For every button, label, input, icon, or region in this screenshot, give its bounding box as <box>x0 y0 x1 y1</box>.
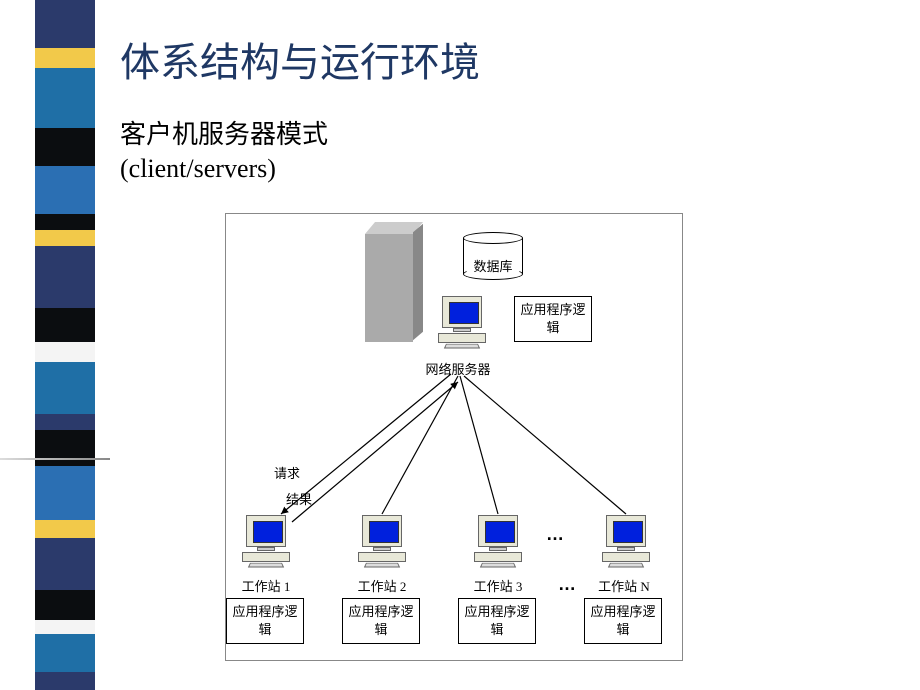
workstation-n-logic-box: 应用程序逻辑 <box>584 598 662 644</box>
workstation-3-icon <box>472 515 524 565</box>
server-computer-icon <box>436 296 488 346</box>
sidebar-color-block <box>35 0 95 48</box>
server-tower-icon <box>365 222 423 340</box>
workstation-1-label: 工作站 1 <box>226 576 306 595</box>
architecture-diagram: 数据库 应用程序逻辑 网络服务器 请求 结果 … … 工作站 1 工作站 2 工… <box>225 213 683 661</box>
ellipsis-icon: … <box>558 574 576 595</box>
sidebar-color-block <box>35 672 95 690</box>
sidebar-color-block <box>35 362 95 414</box>
server-app-logic-box: 应用程序逻辑 <box>514 296 592 342</box>
sidebar-color-block <box>35 590 95 620</box>
sidebar-color-block <box>35 538 95 590</box>
workstation-1-icon <box>240 515 292 565</box>
sidebar-color-block <box>35 634 95 672</box>
workstation-3-label: 工作站 3 <box>458 576 538 595</box>
workstation-2-logic-box: 应用程序逻辑 <box>342 598 420 644</box>
sidebar-color-block <box>35 414 95 430</box>
workstation-n-label: 工作站 N <box>584 576 664 595</box>
workstation-2-icon <box>356 515 408 565</box>
network-server-label: 网络服务器 <box>408 359 508 378</box>
slide-content: 体系结构与运行环境 客户机服务器模式 (client/servers) <box>120 30 900 206</box>
subtitle-line-1: 客户机服务器模式 <box>120 118 900 152</box>
slide-subtitle: 客户机服务器模式 (client/servers) <box>120 118 900 186</box>
slide-title: 体系结构与运行环境 <box>120 30 900 88</box>
sidebar-color-block <box>35 246 95 308</box>
sidebar-color-block <box>35 230 95 246</box>
sidebar-color-block <box>35 466 95 520</box>
sidebar-color-block <box>35 128 95 166</box>
sidebar-color-block <box>35 342 95 362</box>
sidebar-color-block <box>35 620 95 634</box>
workstation-1-logic-box: 应用程序逻辑 <box>226 598 304 644</box>
request-arrow-label: 请求 <box>274 463 300 482</box>
sidebar-color-block <box>35 166 95 214</box>
workstation-n-icon <box>600 515 652 565</box>
sidebar-color-block <box>35 214 95 230</box>
subtitle-line-2: (client/servers) <box>120 152 900 186</box>
sidebar-color-block <box>35 48 95 68</box>
horizontal-rule <box>0 458 110 460</box>
sidebar-color-block <box>35 430 95 466</box>
sidebar-color-block <box>35 68 95 128</box>
workstation-2-label: 工作站 2 <box>342 576 422 595</box>
result-arrow-label: 结果 <box>286 489 312 508</box>
decorative-sidebar <box>35 0 95 690</box>
ellipsis-icon: … <box>546 524 564 545</box>
database-label: 数据库 <box>463 256 523 275</box>
workstation-3-logic-box: 应用程序逻辑 <box>458 598 536 644</box>
sidebar-color-block <box>35 520 95 538</box>
sidebar-color-block <box>35 308 95 342</box>
